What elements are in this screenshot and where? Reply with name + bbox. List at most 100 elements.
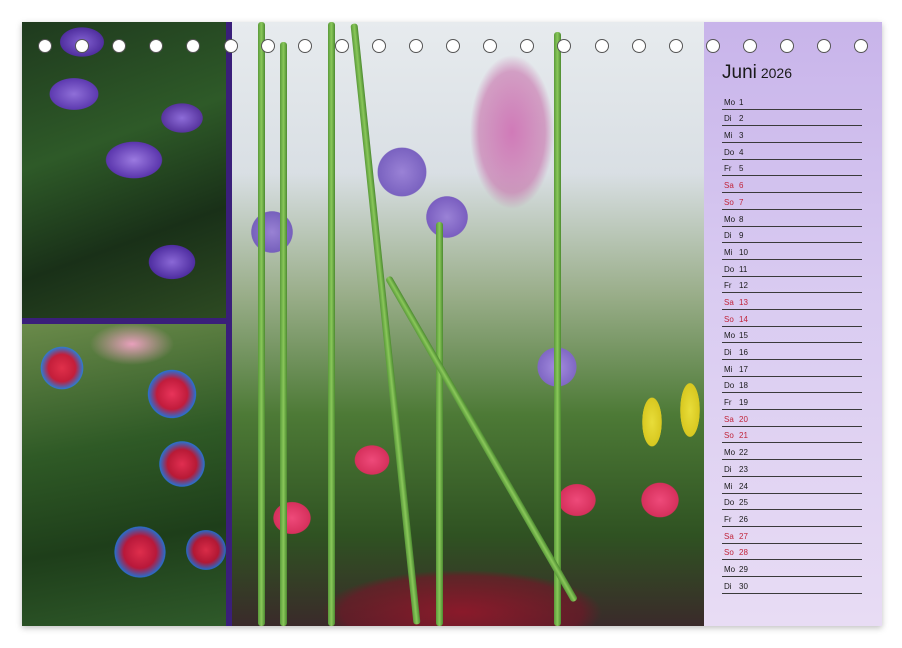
day-number: 20 [739,414,748,424]
weekday-label: Do [724,381,735,391]
binding-ring [817,39,832,53]
binding-ring [705,39,720,53]
day-number: 4 [739,147,744,157]
day-row: So 21 [722,427,862,444]
binding-ring [668,39,683,53]
month-title: Juni 2026 [722,62,792,84]
day-row: Mi 3 [722,126,862,144]
day-row: Mo 15 [722,327,862,344]
day-number: 17 [739,364,748,374]
day-row: Mi 17 [722,360,862,377]
bamboo-stem [554,32,561,626]
day-number: 19 [739,398,748,408]
bamboo-stem [280,42,287,626]
day-number: 11 [739,264,748,274]
weekday-label: Mi [724,481,733,491]
day-row: Do 4 [722,143,862,160]
day-number: 24 [739,481,748,491]
weekday-label: Sa [724,181,734,191]
day-number: 5 [739,164,744,174]
weekday-label: Mo [724,564,736,574]
day-row: Fr 12 [722,277,862,294]
binding-ring [483,39,498,53]
day-row: Fr 26 [722,510,862,527]
orchid-photo [22,22,226,318]
day-number: 1 [739,97,744,107]
flower-arrangement-photo [232,22,704,626]
weekday-label: Mi [724,131,733,141]
calendar-page: Juni 2026 Mo 1 Di 2 Mi 3 Do 4 Fr 5 Sa 6 So 7 Mo 8 Di 9 Mi 10… [22,22,882,626]
day-number: 26 [739,514,748,524]
weekday-label: Fr [724,514,732,524]
day-row: So 28 [722,544,862,561]
weekday-label: So [724,197,734,207]
weekday-label: Sa [724,297,734,307]
binding-ring [631,39,646,53]
weekday-label: Mo [724,448,736,458]
day-row: Do 25 [722,494,862,511]
day-row: Di 9 [722,227,862,244]
day-row: Do 18 [722,377,862,394]
day-row: Sa 27 [722,527,862,544]
binding-ring [780,39,794,53]
weekday-label: Mo [724,214,736,224]
binding-ring [223,39,238,53]
binding-ring [520,39,535,53]
weekday-label: Do [724,498,735,508]
day-number: 21 [739,431,748,441]
day-row: So 7 [722,193,862,210]
day-row: Sa 20 [722,410,862,427]
binding-ring [260,39,275,53]
calendar-panel: Juni 2026 Mo 1 Di 2 Mi 3 Do 4 Fr 5 Sa 6 So 7 Mo 8 Di 9 Mi 10… [704,22,882,626]
day-number: 13 [739,297,748,307]
bamboo-stem [436,222,443,626]
month-name: Juni [722,62,757,83]
weekday-label: Sa [724,531,734,541]
binding-ring [594,39,609,53]
weekday-label: Fr [724,281,732,291]
binding-ring [371,39,386,53]
binding-ring [297,39,312,53]
day-number: 8 [739,214,744,224]
binding-ring [557,39,572,53]
weekday-label: Di [724,581,732,591]
day-number: 23 [739,464,748,474]
day-row: Mo 8 [722,210,862,227]
weekday-label: So [724,431,734,441]
day-row: Sa 13 [722,293,862,310]
weekday-label: Fr [724,164,732,174]
binding-rings [22,39,882,57]
weekday-label: Fr [724,398,732,408]
day-number: 29 [739,564,748,574]
day-row: Do 11 [722,260,862,277]
day-number: 25 [739,498,748,508]
day-row: Sa 6 [722,176,862,194]
binding-ring [742,39,757,53]
bamboo-stem [328,22,335,626]
day-number: 22 [739,448,748,458]
weekday-label: So [724,548,734,558]
day-row: Mi 24 [722,477,862,494]
day-row: Di 23 [722,460,862,477]
bamboo-stem [350,23,421,625]
day-number: 7 [739,197,744,207]
day-row: So 14 [722,310,862,327]
day-row: Mo 1 [722,93,862,110]
weekday-label: Di [724,231,732,241]
day-row: Fr 19 [722,393,862,411]
weekday-label: Sa [724,414,734,424]
weekday-label: So [724,314,734,324]
binding-ring [186,39,201,53]
day-row: Mi 10 [722,243,862,260]
binding-ring [334,39,349,53]
day-number: 28 [739,548,748,558]
weekday-label: Di [724,348,732,357]
day-number: 27 [739,531,748,541]
weekday-label: Mi [724,247,733,257]
day-number: 10 [739,247,748,257]
weekday-label: Do [724,264,735,274]
day-number: 18 [739,381,748,391]
day-number: 30 [739,581,748,591]
day-number: 14 [739,314,748,324]
day-number: 9 [739,231,744,241]
